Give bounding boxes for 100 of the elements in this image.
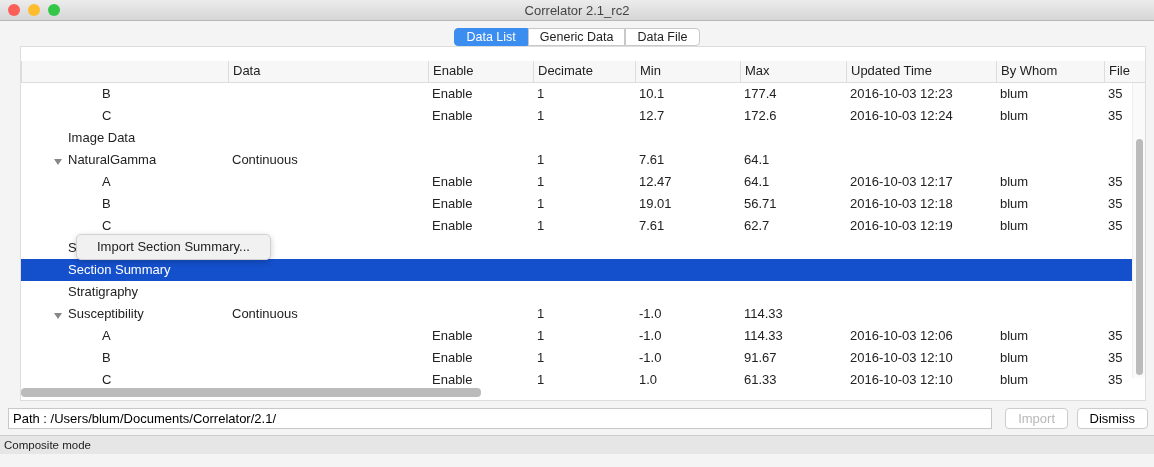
row-label: B [102, 196, 111, 211]
close-button[interactable] [8, 4, 20, 16]
table-cell: 91.67 [744, 350, 777, 365]
window-title: Correlator 2.1_rc2 [524, 3, 630, 18]
table-cell: 2016-10-03 12:18 [850, 196, 953, 211]
zoom-button[interactable] [48, 4, 60, 16]
table-cell: 2016-10-03 12:17 [850, 174, 953, 189]
minimize-button[interactable] [28, 4, 40, 16]
table-cell: 1 [537, 196, 545, 211]
column-header[interactable]: Data [228, 61, 428, 82]
column-header[interactable]: Enable [428, 61, 533, 82]
tab[interactable]: Data File [625, 28, 700, 46]
table-cell: 12.47 [639, 174, 672, 189]
table-cell: 1 [537, 174, 545, 189]
table-cell: 1 [537, 218, 545, 233]
table-cell: 1 [537, 350, 545, 365]
table-cell: 61.33 [744, 372, 777, 387]
disclosure-triangle-icon[interactable] [54, 157, 62, 166]
row-label: B [102, 86, 111, 101]
scrollbar-thumb[interactable] [1136, 139, 1143, 375]
row-label: NaturalGamma [68, 152, 157, 167]
table-row[interactable]: NaturalGamma Continuous 1 7.61 64.1 [21, 149, 1134, 171]
table-cell: 64.1 [744, 174, 770, 189]
table-cell: blum [1000, 108, 1029, 123]
table-row[interactable]: C Enable 1 12.7 172.6 2016-10-03 12:24 blum 35 [21, 105, 1134, 127]
table-cell: Enable [432, 372, 473, 387]
table-cell: 1 [537, 328, 545, 343]
table-row[interactable]: S Import Section Summary... [21, 237, 1134, 259]
table-cell: 62.7 [744, 218, 770, 233]
table-row[interactable]: C Enable 1 1.0 61.33 2016-10-03 12:10 blum 35 [21, 369, 1134, 391]
table-cell: -1.0 [639, 328, 662, 343]
table-cell: blum [1000, 86, 1029, 101]
column-header[interactable]: Min [635, 61, 740, 82]
table-cell: 2016-10-03 12:10 [850, 350, 953, 365]
table-cell: Enable [432, 196, 473, 211]
table-cell: Enable [432, 218, 473, 233]
table-cell: 35 [1108, 350, 1123, 365]
table-cell: 35 [1108, 108, 1123, 123]
table-cell: blum [1000, 196, 1029, 211]
table-cell: blum [1000, 174, 1029, 189]
table-cell: 2016-10-03 12:23 [850, 86, 953, 101]
dialog-button[interactable]: Dismiss [1076, 408, 1148, 429]
table-cell: 114.33 [744, 328, 783, 343]
table-cell: 35 [1108, 174, 1123, 189]
table-row[interactable]: Image Data [21, 127, 1134, 149]
table-cell: blum [1000, 372, 1029, 387]
table-cell: 64.1 [744, 152, 770, 167]
column-header[interactable]: File [1104, 61, 1134, 82]
table-cell: 35 [1108, 328, 1123, 343]
table-cell: 2016-10-03 12:10 [850, 372, 953, 387]
table-cell: 172.6 [744, 108, 777, 123]
table-cell: 1 [537, 306, 545, 321]
table-cell: 1 [537, 86, 545, 101]
table-cell: 1.0 [639, 372, 658, 387]
table-row[interactable]: Susceptibility Continuous 1 -1.0 114.33 [21, 303, 1134, 325]
column-header[interactable]: By Whom [996, 61, 1104, 82]
row-label: C [102, 218, 112, 233]
table-cell: 2016-10-03 12:24 [850, 108, 953, 123]
table-row[interactable]: Stratigraphy [21, 281, 1134, 303]
table-cell: 35 [1108, 86, 1123, 101]
table-cell: 2016-10-03 12:19 [850, 218, 953, 233]
table-cell: 1 [537, 108, 545, 123]
menu-item[interactable]: Import Section Summary... [77, 238, 270, 256]
scrollbar-thumb[interactable] [21, 388, 481, 397]
table-cell: 114.33 [744, 306, 783, 321]
row-label: A [102, 328, 111, 343]
table-cell: blum [1000, 350, 1029, 365]
row-label: S [68, 240, 77, 255]
status-bar: Composite mode [0, 435, 1154, 454]
tab[interactable]: Generic Data [527, 28, 626, 46]
table-row[interactable]: A Enable 1 -1.0 114.33 2016-10-03 12:06 blum 35 [21, 325, 1134, 347]
column-header[interactable]: Max [740, 61, 846, 82]
table-cell: Enable [432, 174, 473, 189]
table-row[interactable]: B Enable 1 19.01 56.71 2016-10-03 12:18 blum 35 [21, 193, 1134, 215]
table-row[interactable]: Section Summary [21, 259, 1134, 281]
table-cell: -1.0 [639, 306, 662, 321]
table-cell: 7.61 [639, 218, 665, 233]
table-row[interactable]: C Enable 1 7.61 62.7 2016-10-03 12:19 blum 35 [21, 215, 1134, 237]
table-cell: 56.71 [744, 196, 777, 211]
table-cell: 1 [537, 152, 545, 167]
table-cell: 35 [1108, 218, 1123, 233]
column-header[interactable]: Decimate [533, 61, 635, 82]
row-label: C [102, 108, 112, 123]
table-row[interactable]: B Enable 1 -1.0 91.67 2016-10-03 12:10 blum 35 [21, 347, 1134, 369]
table-row[interactable]: B Enable 1 10.1 177.4 2016-10-03 12:23 blum 35 [21, 83, 1134, 105]
table-cell: 35 [1108, 372, 1123, 387]
table-cell: Enable [432, 108, 473, 123]
row-label: Image Data [68, 130, 136, 145]
table-row[interactable]: A Enable 1 12.47 64.1 2016-10-03 12:17 blum 35 [21, 171, 1134, 193]
table-cell: Enable [432, 328, 473, 343]
path-field[interactable]: Path : /Users/blum/Documents/Correlator/2.1/ [8, 408, 993, 429]
table-cell: 177.4 [744, 86, 777, 101]
table-cell: -1.0 [639, 350, 662, 365]
column-header[interactable]: Updated Time [846, 61, 996, 82]
table-cell: 19.01 [639, 196, 672, 211]
table-cell: 10.1 [639, 86, 665, 101]
row-label: B [102, 350, 111, 365]
table-cell: 35 [1108, 196, 1123, 211]
disclosure-triangle-icon[interactable] [54, 311, 62, 320]
table-cell: Continuous [232, 152, 298, 167]
